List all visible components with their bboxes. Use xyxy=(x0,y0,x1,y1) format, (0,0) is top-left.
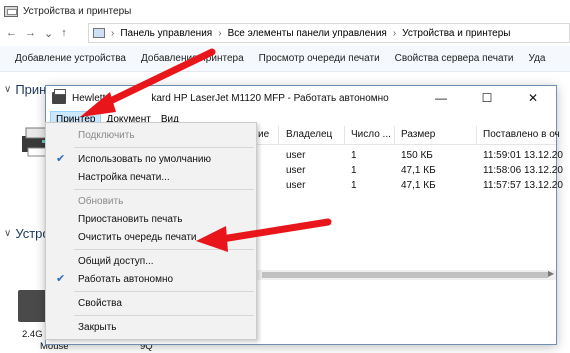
chevron-down-icon: ∨ xyxy=(4,84,12,95)
column-submitted[interactable]: Поставлено в оч xyxy=(483,129,560,140)
scroll-thumb[interactable] xyxy=(262,272,548,278)
address-bar[interactable]: › Панель управления › Все элементы панел… xyxy=(88,23,570,43)
row-submitted: 11:57:57 13.12.20 xyxy=(483,180,563,191)
printer-menu-dropdown: Подключить ✔ Использовать по умолчанию Н… xyxy=(45,122,257,340)
column-pages[interactable]: Число ... xyxy=(351,129,391,140)
devices-folder-icon xyxy=(4,5,18,17)
menu-item-pause-printing[interactable]: Приостановить печать xyxy=(46,210,256,228)
menu-item-label: Подключить xyxy=(78,129,135,141)
column-owner[interactable]: Владелец xyxy=(286,129,332,140)
control-panel-icon xyxy=(93,28,105,38)
menu-item-label: Общий доступ... xyxy=(78,255,154,267)
menu-item-sharing[interactable]: Общий доступ... xyxy=(46,252,256,270)
menu-item-connect[interactable]: Подключить xyxy=(46,126,256,144)
menu-item-label: Настройка печати... xyxy=(78,171,170,183)
row-pages: 1 xyxy=(351,150,357,161)
menu-item-label: Обновить xyxy=(78,195,124,207)
column-size[interactable]: Размер xyxy=(401,129,435,140)
command-bar: Добавление устройства Добавление принтер… xyxy=(0,46,570,72)
devices-section-header[interactable]: ∨ Устро xyxy=(4,226,50,241)
row-pages: 1 xyxy=(351,180,357,191)
menu-item-label: Закрыть xyxy=(78,321,117,333)
print-server-properties-button[interactable]: Свойства сервера печати xyxy=(380,53,514,64)
chevron-right-icon: › xyxy=(392,27,397,39)
chevron-right-icon: › xyxy=(218,27,222,39)
chevron-down-icon: ∨ xyxy=(4,228,12,239)
menu-separator xyxy=(74,315,254,316)
menu-separator xyxy=(74,291,254,292)
checkmark-icon: ✔ xyxy=(56,273,66,285)
remove-device-button[interactable]: Уда xyxy=(514,53,546,64)
menu-item-print-settings[interactable]: Настройка печати... xyxy=(46,168,256,186)
row-pages: 1 xyxy=(351,165,357,176)
menu-item-cancel-all-documents[interactable]: Очистить очередь печати xyxy=(46,228,256,246)
menu-item-set-default[interactable]: ✔ Использовать по умолчанию xyxy=(46,150,256,168)
explorer-title: Устройства и принтеры xyxy=(23,5,132,17)
forward-arrow-icon[interactable]: → xyxy=(25,27,36,39)
minimize-button[interactable]: — xyxy=(418,86,464,110)
breadcrumb-item[interactable]: Панель управления xyxy=(120,28,212,39)
menu-separator xyxy=(74,147,254,148)
column-document-name[interactable]: ие xyxy=(258,129,269,140)
up-arrow-icon[interactable]: ↑ xyxy=(61,27,67,39)
back-arrow-icon[interactable]: ← xyxy=(6,27,17,39)
menu-item-label: Приостановить печать xyxy=(78,213,183,225)
printer-icon xyxy=(52,89,66,104)
maximize-button[interactable]: ☐ xyxy=(464,86,510,110)
row-submitted: 11:58:06 13.12.20 xyxy=(483,165,563,176)
row-size: 47,1 КБ xyxy=(401,165,436,176)
checkmark-icon: ✔ xyxy=(56,153,66,165)
breadcrumb-item[interactable]: Все элементы панели управления xyxy=(228,28,387,39)
row-size: 150 КБ xyxy=(401,150,433,161)
row-owner: user xyxy=(286,180,306,191)
close-button[interactable]: ✕ xyxy=(510,86,556,110)
menu-item-label: Очистить очередь печати xyxy=(78,231,197,243)
menu-separator xyxy=(74,189,254,190)
menu-item-properties[interactable]: Свойства xyxy=(46,294,256,312)
explorer-title-bar: Устройства и принтеры xyxy=(0,0,570,22)
menu-item-label: Использовать по умолчанию xyxy=(78,153,211,165)
window-title-end: kard HP LaserJet M1120 MFP - Работать ав… xyxy=(151,92,389,104)
menu-item-label: Работать автономно xyxy=(78,273,174,285)
menu-separator xyxy=(74,249,254,250)
menu-item-label: Свойства xyxy=(78,297,122,309)
row-owner: user xyxy=(286,150,306,161)
window-title-start: Hewlett xyxy=(72,92,106,104)
add-printer-button[interactable]: Добавление принтера xyxy=(126,53,244,64)
view-print-queue-button[interactable]: Просмотр очереди печати xyxy=(244,53,380,64)
row-owner: user xyxy=(286,165,306,176)
menu-item-refresh[interactable]: Обновить xyxy=(46,192,256,210)
menu-item-use-offline[interactable]: ✔ Работать автономно xyxy=(46,270,256,288)
row-size: 47,1 КБ xyxy=(401,180,436,191)
breadcrumb-item[interactable]: Устройства и принтеры xyxy=(402,28,510,39)
history-chevron-icon[interactable]: ⌄ xyxy=(44,27,53,40)
add-device-button[interactable]: Добавление устройства xyxy=(0,53,126,64)
menu-item-close[interactable]: Закрыть xyxy=(46,318,256,336)
chevron-right-icon: › xyxy=(111,27,115,39)
row-submitted: 11:59:01 13.12.20 xyxy=(483,150,563,161)
scroll-right-icon[interactable]: ▶ xyxy=(548,269,554,278)
